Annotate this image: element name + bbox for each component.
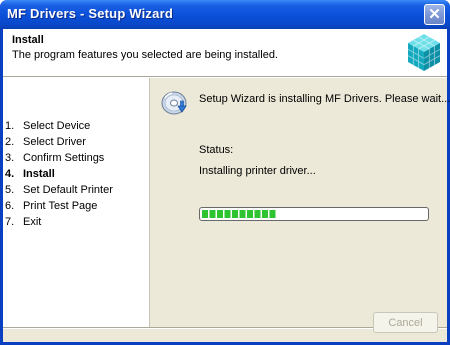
step-number: 2. [5, 136, 15, 148]
progress-block [217, 210, 223, 218]
step-number: 7. [5, 216, 15, 228]
step-label: Select Driver [23, 136, 86, 148]
progress-block [269, 210, 276, 218]
step-number: 1. [5, 120, 15, 132]
step-label: Exit [23, 216, 42, 228]
wizard-header: Install The program features you selecte… [3, 29, 447, 76]
progress-block [262, 210, 268, 218]
wizard-steps-panel: 1. Select Device 2. Select Driver 3. Con… [3, 78, 149, 327]
install-message: Setup Wizard is installing MF Drivers. P… [199, 93, 450, 105]
canon-cube-icon [407, 34, 441, 71]
install-progress-bar [199, 207, 429, 221]
dialog-client-area: Install The program features you selecte… [3, 29, 450, 342]
close-button[interactable]: ✕ [424, 4, 445, 25]
title-bar[interactable]: MF Drivers - Setup Wizard ✕ [0, 0, 450, 29]
step-label: Print Test Page [23, 200, 98, 212]
status-text: Installing printer driver... [199, 165, 316, 177]
close-icon: ✕ [428, 6, 441, 23]
step-number: 5. [5, 184, 15, 196]
status-label: Status: [199, 144, 234, 156]
step-label: Confirm Settings [23, 152, 105, 164]
progress-block [232, 210, 238, 218]
cancel-button[interactable]: Cancel [373, 312, 438, 333]
progress-block [202, 210, 208, 218]
step-label: Select Device [23, 120, 91, 132]
progress-fill [202, 210, 276, 218]
progress-block [239, 210, 246, 218]
progress-block [254, 210, 261, 218]
step-number: 6. [5, 200, 15, 212]
step-number: 3. [5, 152, 15, 164]
step-label: Install [23, 168, 55, 180]
step-number: 4. [5, 168, 15, 180]
install-disc-icon [161, 91, 187, 115]
window-title: MF Drivers - Setup Wizard [7, 6, 173, 21]
progress-block [209, 210, 216, 218]
install-content-panel: Setup Wizard is installing MF Drivers. P… [150, 78, 450, 327]
progress-block [247, 210, 253, 218]
progress-block [224, 210, 231, 218]
page-title: Install [12, 34, 44, 46]
setup-wizard-window: MF Drivers - Setup Wizard ✕ Install The … [0, 0, 450, 345]
step-label: Set Default Printer [23, 184, 113, 196]
page-subtitle: The program features you selected are be… [12, 49, 278, 61]
